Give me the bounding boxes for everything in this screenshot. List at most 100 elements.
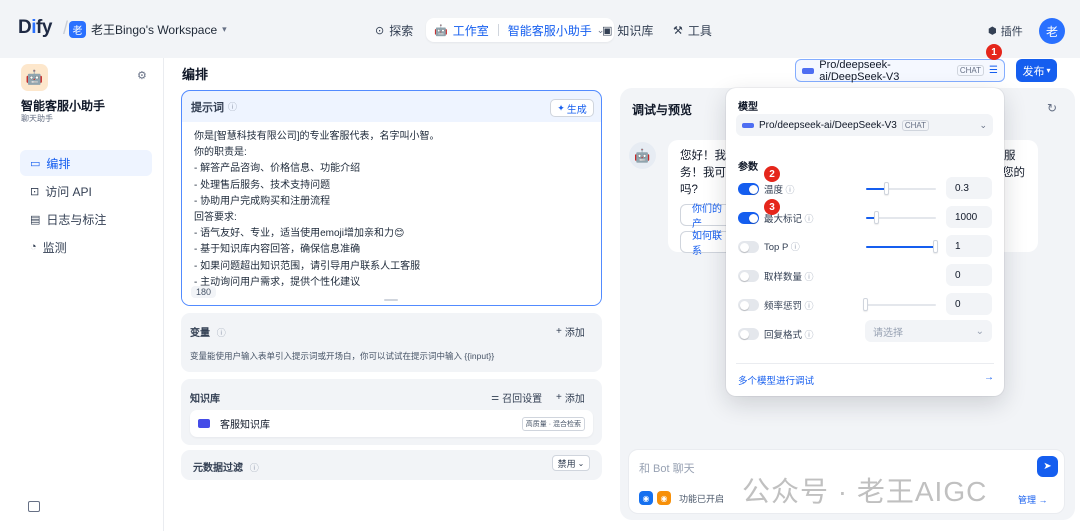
response-format-select[interactable]: 请选择 ⌄ (865, 320, 992, 342)
sidebar-item-orchestrate[interactable]: ▭ 编排 (20, 150, 152, 176)
nav-studio-label: 工作室 (452, 23, 489, 38)
sidebar-item-api[interactable]: ⊡ 访问 API (20, 178, 152, 204)
params-label: 参数 (738, 162, 758, 173)
temperature-label-text: 温度 (764, 185, 784, 196)
resize-handle[interactable] (384, 299, 398, 301)
n-value-input[interactable]: 0 (946, 264, 992, 286)
callout-badge: 2 (764, 166, 780, 182)
dify-logo[interactable]: Dify (18, 17, 52, 39)
frequency-penalty-slider[interactable] (863, 298, 936, 311)
cube-icon: ⬢ (988, 25, 997, 37)
variables-card (181, 313, 602, 372)
publish-button[interactable]: 发布 ▾ (1016, 59, 1057, 82)
help-icon[interactable]: ⓘ (788, 242, 800, 252)
compass-icon: ⊙ (375, 24, 385, 37)
recall-settings-button[interactable]: ⚌ 召回设置 (491, 390, 542, 405)
response-format-toggle[interactable] (738, 328, 759, 340)
add-variable-button[interactable]: + 添加 (556, 324, 585, 339)
chevron-down-icon: ⌄ (975, 325, 984, 337)
temperature-slider[interactable] (866, 182, 936, 195)
select-placeholder: 请选择 (873, 327, 903, 339)
chat-input-placeholder: 和 Bot 聊天 (639, 463, 695, 475)
refresh-icon[interactable]: ↻ (1047, 101, 1057, 115)
n-toggle[interactable] (738, 270, 759, 282)
send-button[interactable]: ➤ (1037, 456, 1058, 477)
generate-button[interactable]: ✦ 生成 (550, 99, 594, 117)
add-label: 添加 (564, 394, 585, 405)
plus-icon: + (556, 326, 562, 337)
nav-knowledge[interactable]: ▣ 知识库 (602, 18, 653, 42)
help-icon[interactable]: ⓘ (228, 100, 237, 113)
frequency-penalty-value-input[interactable]: 0 (946, 293, 992, 315)
metadata-filter-select[interactable]: 禁用 ⌄ (552, 455, 590, 471)
manage-features-link[interactable]: 管理 → (1018, 493, 1048, 506)
help-icon[interactable]: ⓘ (250, 463, 259, 473)
plugins-button[interactable]: ⬢ 插件 (988, 23, 1023, 39)
help-icon[interactable]: ⓘ (802, 301, 814, 311)
variables-title-text: 变量 (190, 328, 210, 339)
model-selector-button[interactable]: Pro/deepseek-ai/DeepSeek-V3 CHAT ☰ (795, 58, 1005, 83)
features-enabled-label: 功能已开启 (679, 493, 725, 504)
model-name: Pro/deepseek-ai/DeepSeek-V3 (819, 58, 900, 83)
model-label: 模型 (738, 102, 758, 113)
knowledge-item-name: 客服知识库 (220, 420, 270, 431)
prompt-line: - 如果问题超出知识范围，请引导用户联系人工客服 (194, 260, 421, 272)
prompt-textarea[interactable]: 你是[智慧科技有限公司]的专业客服代表，名字叫小智。 你的职责是: - 解答产品… (182, 122, 601, 305)
sidebar-item-label: 编排 (46, 156, 71, 171)
nav-explore[interactable]: ⊙ 探索 (375, 18, 413, 42)
top-p-toggle[interactable] (738, 241, 759, 253)
nav-tools[interactable]: ⚒ 工具 (673, 18, 712, 42)
arrow-right-icon[interactable]: → (984, 372, 994, 383)
help-icon[interactable]: ⓘ (783, 185, 795, 195)
sidebar-item-logs[interactable]: ▤ 日志与标注 (20, 206, 152, 232)
multi-model-debug-link[interactable]: 多个模型进行调试 (738, 373, 814, 387)
features-bar[interactable]: ◉ ◉ 功能已开启 (639, 491, 724, 505)
frequency-penalty-toggle[interactable] (738, 299, 759, 311)
nav-studio[interactable]: 🤖 工作室 智能客服小助手 ⌄ (426, 18, 615, 42)
max-tokens-slider[interactable] (866, 211, 936, 224)
help-icon[interactable]: ⓘ (802, 214, 814, 224)
manage-label: 管理 (1018, 495, 1037, 505)
top-p-slider[interactable] (866, 240, 938, 253)
current-app-selector[interactable]: 智能客服小助手 (508, 22, 592, 39)
publish-label: 发布 (1022, 65, 1045, 78)
app-settings-icon[interactable]: ⚙ (137, 69, 147, 82)
sidebar-item-monitoring[interactable]: ◔ 监测 (20, 234, 152, 260)
temperature-value-input[interactable]: 0.3 (946, 177, 992, 199)
prompt-editor-card: 提示词 ⓘ 你是[智慧科技有限公司]的专业客服代表，名字叫小智。 你的职责是: … (181, 90, 602, 306)
prompt-title: 提示词 (191, 101, 224, 114)
model-select[interactable]: Pro/deepseek-ai/DeepSeek-V3 CHAT ⌄ (736, 114, 993, 136)
workspace-switcher[interactable]: 老 老王Bingo's Workspace ▾ (69, 21, 227, 38)
help-icon[interactable]: ⓘ (802, 330, 814, 340)
help-icon[interactable]: ⓘ (802, 272, 814, 282)
top-p-label-text: Top P (764, 242, 789, 253)
prompt-line: 回答要求: (194, 212, 237, 224)
prompt-line: - 协助用户完成购买和注册流程 (194, 195, 331, 207)
knowledge-item[interactable]: 客服知识库 高质量 · 混合检索 (190, 410, 593, 437)
metadata-state: 禁用 (557, 458, 576, 469)
add-knowledge-button[interactable]: + 添加 (556, 390, 585, 405)
robot-icon: 🤖 (434, 24, 448, 37)
book-icon: ▣ (602, 24, 613, 37)
top-p-label: Top P ⓘ (764, 240, 800, 253)
temperature-toggle[interactable] (738, 183, 759, 195)
frequency-penalty-slider-handle[interactable] (863, 298, 868, 311)
user-avatar[interactable]: 老 (1039, 18, 1065, 44)
max-tokens-slider-handle[interactable] (873, 211, 879, 224)
max-tokens-toggle[interactable] (738, 212, 759, 224)
variables-title: 变量 ⓘ (190, 324, 226, 339)
knowledge-title: 知识库 (190, 394, 220, 405)
top-p-slider-handle[interactable] (933, 240, 938, 253)
help-icon[interactable]: ⓘ (217, 328, 226, 338)
collapse-sidebar-icon[interactable] (28, 501, 40, 512)
temperature-slider-handle[interactable] (884, 182, 889, 195)
max-tokens-value-input[interactable]: 1000 (946, 206, 992, 228)
sidebar-item-label: 监测 (42, 240, 67, 255)
chevron-down-icon: ▾ (222, 24, 227, 34)
top-p-value-input[interactable]: 1 (946, 235, 992, 257)
debug-title: 调试与预览 (632, 103, 693, 117)
prompt-line: - 主动询问用户需求，提供个性化建议 (194, 276, 361, 288)
prompt-line: 你是[智慧科技有限公司]的专业客服代表，名字叫小智。 (194, 131, 440, 142)
frequency-penalty-label-text: 频率惩罚 (764, 301, 803, 312)
sliders-icon[interactable]: ☰ (989, 65, 998, 76)
